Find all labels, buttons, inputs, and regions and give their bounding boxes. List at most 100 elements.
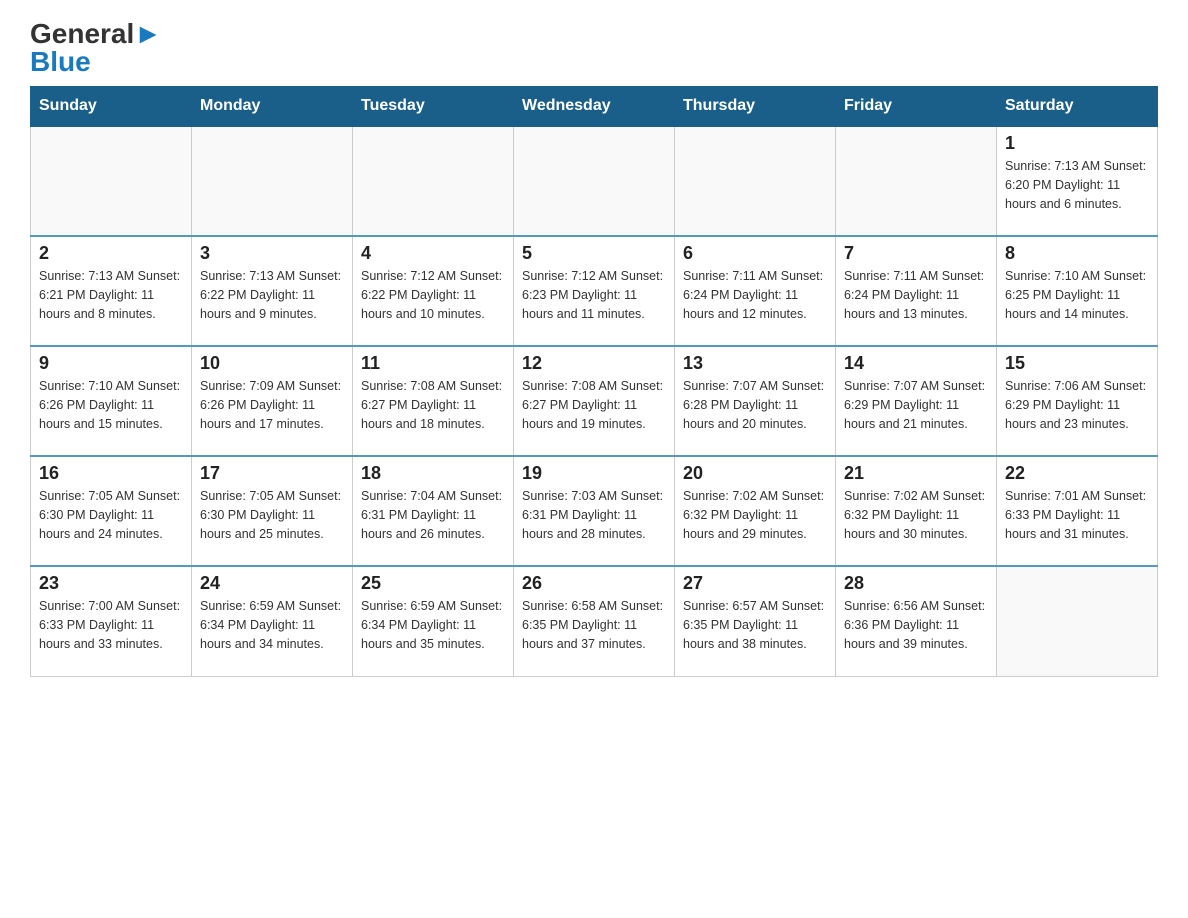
day-info: Sunrise: 7:11 AM Sunset: 6:24 PM Dayligh… — [844, 267, 988, 323]
day-header-monday: Monday — [192, 87, 353, 127]
calendar-cell: 24 Sunrise: 6:59 AM Sunset: 6:34 PM Dayli… — [192, 566, 353, 676]
day-info: Sunrise: 7:05 AM Sunset: 6:30 PM Dayligh… — [39, 487, 183, 543]
day-number: 22 — [1005, 463, 1149, 484]
calendar-cell — [836, 126, 997, 236]
day-info: Sunrise: 7:04 AM Sunset: 6:31 PM Dayligh… — [361, 487, 505, 543]
calendar-table: SundayMondayTuesdayWednesdayThursdayFrid… — [30, 86, 1158, 677]
calendar-week-row: 1 Sunrise: 7:13 AM Sunset: 6:20 PM Daylig… — [31, 126, 1158, 236]
day-number: 8 — [1005, 243, 1149, 264]
calendar-cell: 22Sunrise: 7:01 AM Sunset: 6:33 PM Dayli… — [997, 456, 1158, 566]
day-number: 2 — [39, 243, 183, 264]
day-number: 23 — [39, 573, 183, 594]
day-number: 10 — [200, 353, 344, 374]
day-info: Sunrise: 7:10 AM Sunset: 6:26 PM Dayligh… — [39, 377, 183, 433]
day-info: Sunrise: 7:00 AM Sunset: 6:33 PM Dayligh… — [39, 597, 183, 653]
day-number: 5 — [522, 243, 666, 264]
calendar-cell: 4 Sunrise: 7:12 AM Sunset: 6:22 PM Daylig… — [353, 236, 514, 346]
day-number: 14 — [844, 353, 988, 374]
calendar-cell — [353, 126, 514, 236]
day-number: 19 — [522, 463, 666, 484]
day-number: 6 — [683, 243, 827, 264]
day-number: 9 — [39, 353, 183, 374]
calendar-week-row: 9 Sunrise: 7:10 AM Sunset: 6:26 PM Daylig… — [31, 346, 1158, 456]
day-info: Sunrise: 7:12 AM Sunset: 6:22 PM Dayligh… — [361, 267, 505, 323]
calendar-cell: 2 Sunrise: 7:13 AM Sunset: 6:21 PM Daylig… — [31, 236, 192, 346]
calendar-cell: 3 Sunrise: 7:13 AM Sunset: 6:22 PM Daylig… — [192, 236, 353, 346]
day-number: 21 — [844, 463, 988, 484]
calendar-week-row: 23 Sunrise: 7:00 AM Sunset: 6:33 PM Dayli… — [31, 566, 1158, 676]
day-info: Sunrise: 6:59 AM Sunset: 6:34 PM Dayligh… — [200, 597, 344, 653]
day-number: 12 — [522, 353, 666, 374]
day-info: Sunrise: 6:59 AM Sunset: 6:34 PM Dayligh… — [361, 597, 505, 653]
calendar-cell: 25Sunrise: 6:59 AM Sunset: 6:34 PM Dayli… — [353, 566, 514, 676]
day-number: 28 — [844, 573, 988, 594]
day-number: 3 — [200, 243, 344, 264]
calendar-cell — [675, 126, 836, 236]
day-number: 1 — [1005, 133, 1149, 154]
calendar-cell: 14 Sunrise: 7:07 AM Sunset: 6:29 PM Dayli… — [836, 346, 997, 456]
day-number: 18 — [361, 463, 505, 484]
calendar-header-row: SundayMondayTuesdayWednesdayThursdayFrid… — [31, 87, 1158, 127]
day-number: 24 — [200, 573, 344, 594]
calendar-cell: 20 Sunrise: 7:02 AM Sunset: 6:32 PM Dayli… — [675, 456, 836, 566]
day-number: 16 — [39, 463, 183, 484]
day-number: 26 — [522, 573, 666, 594]
calendar-cell: 11 Sunrise: 7:08 AM Sunset: 6:27 PM Dayli… — [353, 346, 514, 456]
day-number: 7 — [844, 243, 988, 264]
day-info: Sunrise: 6:56 AM Sunset: 6:36 PM Dayligh… — [844, 597, 988, 653]
logo: General► Blue — [30, 20, 162, 76]
day-info: Sunrise: 7:13 AM Sunset: 6:22 PM Dayligh… — [200, 267, 344, 323]
day-info: Sunrise: 7:09 AM Sunset: 6:26 PM Dayligh… — [200, 377, 344, 433]
day-number: 15 — [1005, 353, 1149, 374]
day-info: Sunrise: 7:08 AM Sunset: 6:27 PM Dayligh… — [361, 377, 505, 433]
day-info: Sunrise: 6:57 AM Sunset: 6:35 PM Dayligh… — [683, 597, 827, 653]
day-info: Sunrise: 7:13 AM Sunset: 6:21 PM Dayligh… — [39, 267, 183, 323]
day-info: Sunrise: 7:06 AM Sunset: 6:29 PM Dayligh… — [1005, 377, 1149, 433]
day-number: 4 — [361, 243, 505, 264]
day-header-wednesday: Wednesday — [514, 87, 675, 127]
calendar-cell: 17 Sunrise: 7:05 AM Sunset: 6:30 PM Dayli… — [192, 456, 353, 566]
day-info: Sunrise: 7:07 AM Sunset: 6:29 PM Dayligh… — [844, 377, 988, 433]
day-info: Sunrise: 7:07 AM Sunset: 6:28 PM Dayligh… — [683, 377, 827, 433]
day-info: Sunrise: 7:10 AM Sunset: 6:25 PM Dayligh… — [1005, 267, 1149, 323]
day-info: Sunrise: 7:13 AM Sunset: 6:20 PM Dayligh… — [1005, 157, 1149, 213]
calendar-cell: 23 Sunrise: 7:00 AM Sunset: 6:33 PM Dayli… — [31, 566, 192, 676]
day-number: 20 — [683, 463, 827, 484]
day-header-saturday: Saturday — [997, 87, 1158, 127]
day-number: 13 — [683, 353, 827, 374]
calendar-cell: 6 Sunrise: 7:11 AM Sunset: 6:24 PM Daylig… — [675, 236, 836, 346]
calendar-cell: 5 Sunrise: 7:12 AM Sunset: 6:23 PM Daylig… — [514, 236, 675, 346]
logo-blue: Blue — [30, 48, 91, 76]
day-info: Sunrise: 7:02 AM Sunset: 6:32 PM Dayligh… — [683, 487, 827, 543]
calendar-cell: 19 Sunrise: 7:03 AM Sunset: 6:31 PM Dayli… — [514, 456, 675, 566]
calendar-cell: 21 Sunrise: 7:02 AM Sunset: 6:32 PM Dayli… — [836, 456, 997, 566]
calendar-week-row: 2 Sunrise: 7:13 AM Sunset: 6:21 PM Daylig… — [31, 236, 1158, 346]
calendar-cell: 28 Sunrise: 6:56 AM Sunset: 6:36 PM Dayli… — [836, 566, 997, 676]
page-header: General► Blue — [30, 20, 1158, 76]
logo-general: General► — [30, 20, 162, 48]
calendar-cell: 1 Sunrise: 7:13 AM Sunset: 6:20 PM Daylig… — [997, 126, 1158, 236]
calendar-cell: 16 Sunrise: 7:05 AM Sunset: 6:30 PM Dayli… — [31, 456, 192, 566]
calendar-cell: 7 Sunrise: 7:11 AM Sunset: 6:24 PM Daylig… — [836, 236, 997, 346]
day-number: 11 — [361, 353, 505, 374]
day-info: Sunrise: 7:11 AM Sunset: 6:24 PM Dayligh… — [683, 267, 827, 323]
calendar-week-row: 16 Sunrise: 7:05 AM Sunset: 6:30 PM Dayli… — [31, 456, 1158, 566]
day-header-tuesday: Tuesday — [353, 87, 514, 127]
logo-arrow: ► — [134, 20, 162, 48]
day-info: Sunrise: 7:03 AM Sunset: 6:31 PM Dayligh… — [522, 487, 666, 543]
calendar-cell: 26 Sunrise: 6:58 AM Sunset: 6:35 PM Dayli… — [514, 566, 675, 676]
calendar-cell — [192, 126, 353, 236]
day-header-friday: Friday — [836, 87, 997, 127]
calendar-cell: 10 Sunrise: 7:09 AM Sunset: 6:26 PM Dayli… — [192, 346, 353, 456]
calendar-cell: 15 Sunrise: 7:06 AM Sunset: 6:29 PM Dayli… — [997, 346, 1158, 456]
day-number: 27 — [683, 573, 827, 594]
day-info: Sunrise: 7:02 AM Sunset: 6:32 PM Dayligh… — [844, 487, 988, 543]
day-info: Sunrise: 7:08 AM Sunset: 6:27 PM Dayligh… — [522, 377, 666, 433]
day-info: Sunrise: 6:58 AM Sunset: 6:35 PM Dayligh… — [522, 597, 666, 653]
day-number: 17 — [200, 463, 344, 484]
day-header-sunday: Sunday — [31, 87, 192, 127]
calendar-cell — [997, 566, 1158, 676]
calendar-cell: 9 Sunrise: 7:10 AM Sunset: 6:26 PM Daylig… — [31, 346, 192, 456]
day-info: Sunrise: 7:05 AM Sunset: 6:30 PM Dayligh… — [200, 487, 344, 543]
day-info: Sunrise: 7:12 AM Sunset: 6:23 PM Dayligh… — [522, 267, 666, 323]
